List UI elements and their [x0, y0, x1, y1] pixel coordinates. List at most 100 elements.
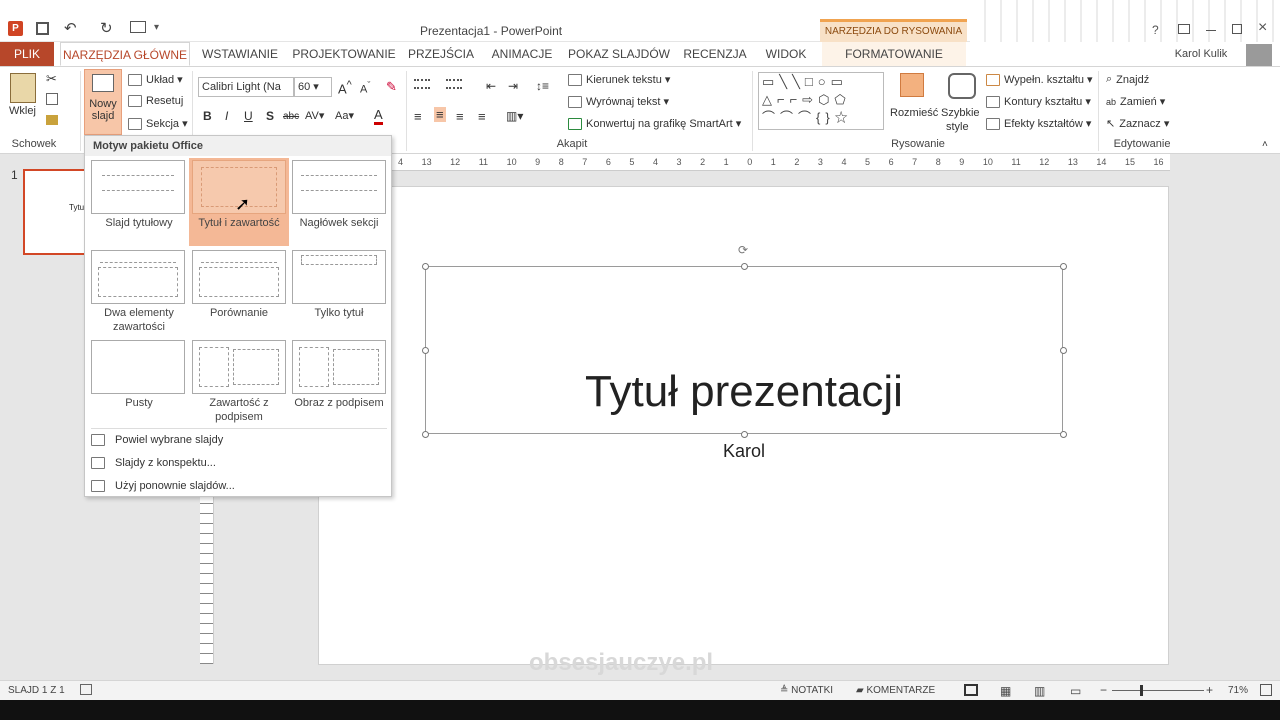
tab-home[interactable]: NARZĘDZIA GŁÓWNE: [60, 42, 190, 66]
quick-styles-button[interactable]: Szybkie: [941, 107, 980, 119]
clear-formatting-icon[interactable]: ✎: [386, 79, 397, 95]
user-avatar[interactable]: [1246, 44, 1272, 66]
section-button[interactable]: Sekcja ▾: [128, 117, 188, 130]
spellcheck-icon[interactable]: [80, 684, 92, 695]
user-name[interactable]: Karol Kulik: [1168, 42, 1234, 66]
reading-view-icon[interactable]: ▥: [1034, 684, 1045, 698]
comments-button[interactable]: ▰ KOMENTARZE: [856, 685, 935, 696]
increase-indent-icon[interactable]: ⇥: [508, 79, 518, 93]
strikethrough-icon[interactable]: abc: [283, 111, 299, 122]
new-slide-button[interactable]: Nowy slajd: [84, 69, 122, 135]
reset-button[interactable]: Resetuj: [128, 95, 183, 107]
align-left-icon[interactable]: ≡: [414, 109, 422, 124]
tab-insert[interactable]: WSTAWIANIE: [196, 42, 284, 66]
slide-thumbnail[interactable]: Tytuł: [23, 169, 93, 255]
character-spacing-icon[interactable]: AV▾: [305, 109, 324, 122]
line-spacing-icon[interactable]: ↕≡: [536, 79, 549, 93]
numbering-icon[interactable]: [446, 79, 462, 89]
tab-file[interactable]: PLIK: [0, 42, 54, 66]
align-right-icon[interactable]: ≡: [456, 109, 464, 124]
slide-title[interactable]: Tytuł prezentacji: [426, 367, 1062, 417]
tab-format[interactable]: FORMATOWANIE: [822, 42, 966, 66]
shapes-gallery[interactable]: ▭╲╲□○▭ △⌐⌐⇨⬡⬠ ⌒⌒⌒{}☆: [758, 72, 884, 130]
duplicate-slides-menu-item[interactable]: Powiel wybrane slajdy: [91, 434, 223, 446]
justify-icon[interactable]: ≡: [478, 109, 486, 124]
layout-title-slide[interactable]: Slajd tytułowy: [89, 160, 189, 244]
replace-button[interactable]: ab Zamień ▾: [1106, 95, 1165, 109]
help-icon[interactable]: ?: [1152, 23, 1159, 37]
layout-section-header[interactable]: Nagłówek sekcji: [289, 160, 389, 244]
shadow-icon[interactable]: S: [266, 109, 274, 123]
arrange-button[interactable]: Rozmieść: [890, 107, 938, 119]
fit-slide-icon[interactable]: [1260, 684, 1272, 696]
slides-from-outline-menu-item[interactable]: Slajdy z konspektu...: [91, 457, 216, 469]
cut-icon[interactable]: ✂: [46, 71, 57, 87]
slide-canvas[interactable]: Tytuł prezentacji ⟳ Karol obsesjauczye.p…: [318, 186, 1169, 676]
minimize-icon[interactable]: [1206, 30, 1216, 31]
quick-styles-button-2[interactable]: style: [946, 121, 969, 133]
collapse-ribbon-icon[interactable]: ˄: [1262, 139, 1268, 150]
convert-smartart-button[interactable]: Konwertuj na grafikę SmartArt ▾: [568, 117, 741, 130]
layout-blank[interactable]: Pusty: [89, 340, 189, 424]
slide-subtitle[interactable]: Karol: [425, 441, 1063, 462]
arrange-icon[interactable]: [900, 73, 924, 97]
restore-icon[interactable]: [1232, 24, 1242, 34]
redo-icon[interactable]: ↻: [100, 19, 113, 37]
ribbon-tabs: PLIK NARZĘDZIA GŁÓWNE WSTAWIANIE PROJEKT…: [0, 42, 1280, 66]
rotate-handle-icon[interactable]: ⟳: [738, 243, 748, 257]
paste-button[interactable]: Wklej: [9, 105, 36, 117]
copy-icon[interactable]: [46, 93, 58, 105]
save-icon[interactable]: [36, 22, 49, 35]
shape-fill-button[interactable]: Wypełn. kształtu ▾: [986, 73, 1093, 86]
normal-view-icon[interactable]: [964, 684, 978, 696]
slide-sorter-icon[interactable]: ▦: [1000, 684, 1011, 698]
bold-icon[interactable]: B: [203, 109, 212, 123]
title-placeholder[interactable]: Tytuł prezentacji ⟳: [422, 243, 1067, 438]
reuse-slides-menu-item[interactable]: Użyj ponownie slajdów...: [91, 480, 235, 492]
layout-button[interactable]: Układ ▾: [128, 73, 183, 86]
shape-outline-button[interactable]: Kontury kształtu ▾: [986, 95, 1091, 108]
tab-transitions[interactable]: PRZEJŚCIA: [404, 42, 478, 66]
tab-slideshow[interactable]: POKAZ SLAJDÓW: [566, 42, 672, 66]
tab-review[interactable]: RECENZJA: [680, 42, 750, 66]
zoom-slider[interactable]: [1112, 685, 1204, 696]
change-case-icon[interactable]: Aa▾: [335, 109, 354, 122]
align-center-icon[interactable]: ≡: [434, 107, 446, 122]
increase-font-icon[interactable]: A^: [338, 79, 352, 96]
columns-icon[interactable]: ▥▾: [506, 109, 523, 123]
layout-content-with-caption[interactable]: Zawartość z podpisem: [189, 340, 289, 424]
tab-design[interactable]: PROJEKTOWANIE: [292, 42, 396, 66]
start-from-beginning-icon[interactable]: [130, 21, 146, 33]
tab-animations[interactable]: ANIMACJE: [486, 42, 558, 66]
layout-two-content[interactable]: Dwa elementy zawartości: [89, 250, 189, 334]
notes-button[interactable]: ≜ NOTATKI: [780, 685, 833, 696]
decrease-font-icon[interactable]: Aˇ: [360, 80, 370, 96]
format-painter-icon[interactable]: [46, 115, 58, 125]
align-text-button[interactable]: Wyrównaj tekst ▾: [568, 95, 669, 108]
italic-icon[interactable]: I: [225, 109, 228, 123]
layout-picture-with-caption[interactable]: Obraz z podpisem: [289, 340, 389, 424]
tab-view[interactable]: WIDOK: [758, 42, 814, 66]
underline-icon[interactable]: U: [244, 109, 253, 123]
select-button[interactable]: ↖ Zaznacz ▾: [1106, 117, 1169, 131]
layout-comparison[interactable]: Porównanie: [189, 250, 289, 334]
quick-styles-icon[interactable]: [948, 73, 976, 99]
slideshow-view-icon[interactable]: ▭: [1070, 684, 1081, 698]
zoom-level[interactable]: 71%: [1228, 685, 1248, 696]
font-name-dropdown[interactable]: Calibri Light (Na: [198, 77, 294, 97]
zoom-out-icon[interactable]: −: [1100, 683, 1107, 697]
text-direction-button[interactable]: Kierunek tekstu ▾: [568, 73, 670, 86]
paste-icon[interactable]: [10, 73, 36, 103]
font-size-dropdown[interactable]: 60 ▾: [294, 77, 332, 97]
ribbon-display-options-icon[interactable]: [1178, 24, 1190, 34]
shape-effects-button[interactable]: Efekty kształtów ▾: [986, 117, 1091, 130]
bullets-icon[interactable]: [414, 79, 430, 89]
decrease-indent-icon[interactable]: ⇤: [486, 79, 496, 93]
font-color-icon[interactable]: A: [374, 107, 383, 125]
close-icon[interactable]: ×: [1258, 19, 1267, 37]
zoom-in-icon[interactable]: +: [1206, 683, 1213, 697]
layout-title-only[interactable]: Tylko tytuł: [289, 250, 389, 334]
undo-icon[interactable]: ↶: [64, 19, 77, 37]
customize-qat-icon[interactable]: ▾: [154, 22, 159, 33]
find-button[interactable]: ⌕ Znajdź: [1106, 73, 1149, 86]
